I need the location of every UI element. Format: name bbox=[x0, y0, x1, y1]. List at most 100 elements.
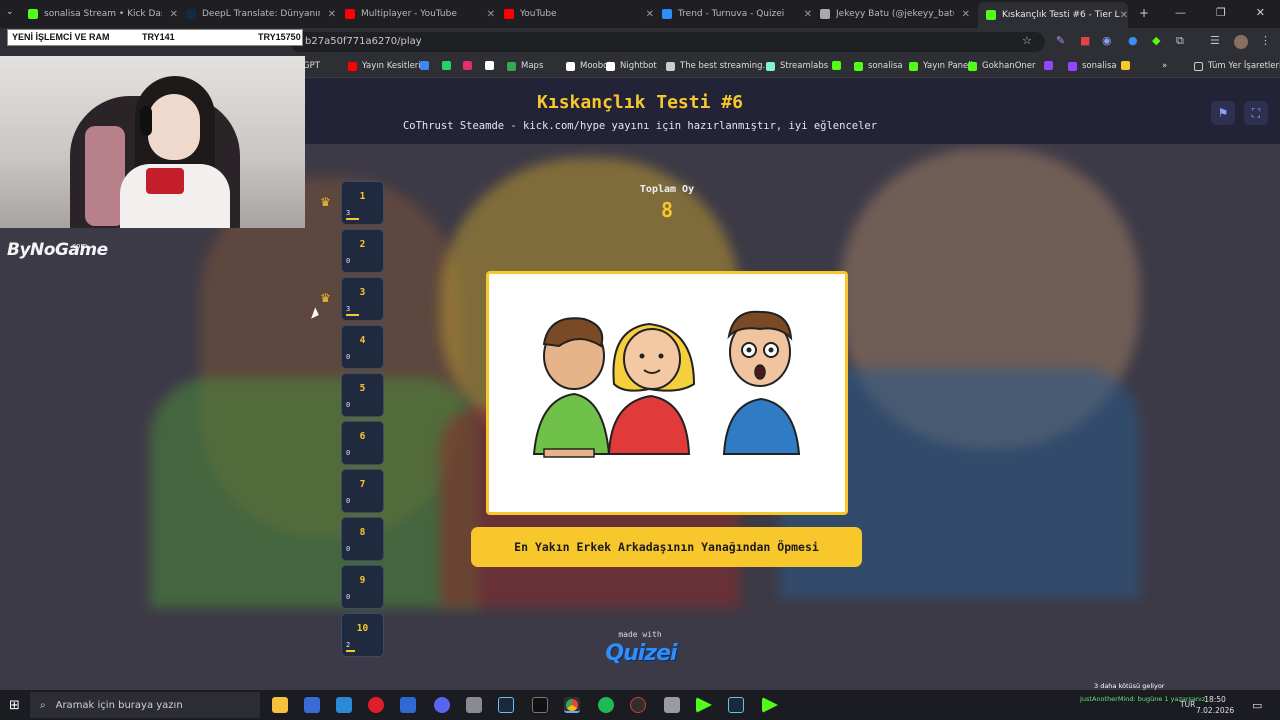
fullscreen-button[interactable]: ⛶ bbox=[1244, 101, 1268, 125]
app-icon-light[interactable] bbox=[664, 697, 680, 713]
bookmark-item[interactable]: Streamlabs bbox=[766, 61, 828, 71]
bookmark-item[interactable] bbox=[463, 61, 477, 70]
browser-tab[interactable]: DeepL Translate: Dünyanın en ✕ bbox=[186, 4, 336, 24]
bookmark-item[interactable]: Moobot bbox=[566, 61, 612, 71]
candidate-slot[interactable]: 40 bbox=[341, 325, 384, 369]
girl-figure bbox=[607, 322, 696, 455]
browser-tab[interactable]: Trend - Turnuva - Quizei ✕ bbox=[662, 4, 812, 24]
profile-avatar[interactable] bbox=[1234, 35, 1248, 49]
tab-close-icon[interactable]: ✕ bbox=[170, 9, 178, 20]
maximize-icon[interactable]: ❐ bbox=[1216, 6, 1226, 19]
shield-extension-icon[interactable]: ◆ bbox=[1152, 34, 1160, 47]
promo-ticker: YENİ İŞLEMCİ VE RAM TRY141 TRY15750 bbox=[7, 29, 303, 46]
bookmark-item[interactable] bbox=[1044, 61, 1058, 70]
system-clock[interactable]: 18:50 7.02.2026 bbox=[1196, 694, 1234, 716]
vpn-extension-icon[interactable]: ● bbox=[1128, 34, 1138, 47]
scenario-image-card bbox=[486, 271, 848, 515]
browser-tab[interactable]: Kıskançlık Testi #6 - Tier List, Ka✕ bbox=[978, 2, 1128, 28]
new-tab-icon[interactable]: + bbox=[1139, 6, 1149, 20]
browser-tab[interactable]: sonalisa Stream • Kick Dashboa ✕ bbox=[28, 4, 178, 24]
candidate-vote-bar bbox=[346, 218, 359, 220]
bookmarks-overflow-icon[interactable]: » bbox=[1162, 61, 1167, 71]
minimize-icon[interactable]: — bbox=[1175, 6, 1186, 19]
bookmark-item[interactable] bbox=[1121, 61, 1135, 70]
tab-favicon-icon bbox=[504, 9, 514, 19]
bookmark-item[interactable]: GPT bbox=[303, 61, 320, 71]
candidate-number: 2 bbox=[359, 239, 366, 250]
quizei-logo[interactable]: Quizei bbox=[596, 641, 686, 666]
audio-extension-icon[interactable]: ◉ bbox=[1102, 34, 1112, 47]
bookmark-item[interactable]: GokhanOner bbox=[968, 61, 1036, 71]
tab-close-icon[interactable]: ✕ bbox=[1120, 10, 1128, 21]
playlist-icon[interactable]: ☰ bbox=[1210, 34, 1220, 47]
menu-kebab-icon[interactable]: ⋮ bbox=[1260, 34, 1271, 47]
candidate-number: 5 bbox=[359, 383, 366, 394]
opera-icon[interactable] bbox=[368, 697, 384, 713]
bookmark-favicon-icon bbox=[442, 61, 451, 70]
bookmark-favicon-icon bbox=[507, 61, 516, 71]
extensions-icon[interactable]: ⧉ bbox=[1176, 34, 1184, 48]
url-text[interactable]: b27a50f771a6270/play bbox=[305, 36, 422, 47]
bookmark-item[interactable] bbox=[442, 61, 456, 70]
bookmark-item[interactable]: Maps bbox=[507, 61, 543, 71]
bookmark-label: Yayın Paneli bbox=[923, 61, 974, 71]
bookmark-item[interactable] bbox=[832, 61, 846, 70]
bookmark-item[interactable]: Yayın Paneli bbox=[909, 61, 973, 71]
streamer-face bbox=[148, 94, 200, 160]
bookmark-item[interactable] bbox=[420, 61, 434, 70]
bookmark-label: sonalisa bbox=[868, 61, 903, 71]
tab-close-icon[interactable]: ✕ bbox=[487, 9, 495, 20]
candidate-slot[interactable]: 60 bbox=[341, 421, 384, 465]
browser-tab[interactable]: YouTube ✕ bbox=[504, 4, 654, 24]
candidate-number: 3 bbox=[359, 287, 366, 298]
bookmark-star-icon[interactable]: ☆ bbox=[1022, 34, 1032, 47]
tab-search-chevron-icon[interactable]: ⌄ bbox=[6, 7, 14, 17]
folder-icon bbox=[1194, 61, 1203, 71]
browser-tab[interactable]: Multiplayer - YouTube ✕ bbox=[345, 4, 495, 24]
app-icon-gray[interactable] bbox=[466, 697, 482, 713]
candidate-vote-count: 0 bbox=[346, 545, 351, 553]
mail-icon[interactable] bbox=[336, 697, 352, 713]
candidate-slot[interactable]: 50 bbox=[341, 373, 384, 417]
candidate-slot[interactable]: 13 bbox=[341, 181, 384, 225]
bookmark-item[interactable]: The best streaming... bbox=[666, 61, 771, 71]
steam-icon-2[interactable] bbox=[728, 697, 744, 713]
bookmark-favicon-icon bbox=[463, 61, 472, 70]
close-window-icon[interactable]: ✕ bbox=[1256, 6, 1265, 19]
discord-icon[interactable] bbox=[434, 697, 450, 713]
candidate-slot[interactable]: 70 bbox=[341, 469, 384, 513]
candidate-slot[interactable]: 90 bbox=[341, 565, 384, 609]
report-flag-button[interactable]: ⚑ bbox=[1211, 101, 1235, 125]
answer-button[interactable]: En Yakın Erkek Arkadaşının Yanağından Öp… bbox=[471, 527, 862, 567]
bookmark-item[interactable]: sonalisa bbox=[854, 61, 903, 71]
file-explorer-icon[interactable] bbox=[272, 697, 288, 713]
spotify-icon[interactable] bbox=[598, 697, 614, 713]
notification-center-icon[interactable]: ▭ bbox=[1252, 699, 1262, 712]
steam-icon[interactable] bbox=[498, 697, 514, 713]
bookmark-item[interactable]: sonalisa bbox=[1068, 61, 1117, 71]
taskbar-search-box[interactable]: ⌕ Aramak için buraya yazın bbox=[30, 692, 260, 718]
epic-games-icon[interactable] bbox=[532, 697, 548, 713]
windows-start-icon[interactable]: ⊞ bbox=[9, 698, 20, 713]
language-indicator[interactable]: TUR bbox=[1180, 700, 1195, 709]
all-bookmarks-link[interactable]: Tüm Yer İşaretleri bbox=[1194, 61, 1280, 71]
pen-extension-icon[interactable]: ✎ bbox=[1056, 34, 1065, 47]
bookmark-item[interactable]: Yayın Kesitleri bbox=[348, 61, 421, 71]
candidate-slot[interactable]: 33 bbox=[341, 277, 384, 321]
tab-close-icon[interactable]: ✕ bbox=[328, 9, 336, 20]
candidate-slot[interactable]: 10 2 bbox=[341, 613, 384, 657]
tab-close-icon[interactable]: ✕ bbox=[804, 9, 812, 20]
tab-close-icon[interactable]: ✕ bbox=[646, 9, 654, 20]
obs-icon[interactable] bbox=[630, 697, 646, 713]
bynogame-watermark: ByNoGame bbox=[7, 240, 108, 260]
app-icon-blue[interactable] bbox=[400, 697, 416, 713]
bookmark-item[interactable]: Nightbot bbox=[606, 61, 657, 71]
store-icon[interactable] bbox=[304, 697, 320, 713]
browser-tab[interactable]: Jekeyy Batu (@jekeyy_batu) - ✕ bbox=[820, 4, 970, 24]
bookmark-item[interactable] bbox=[485, 61, 499, 70]
chrome-icon[interactable] bbox=[564, 697, 580, 713]
candidate-slot[interactable]: 20 bbox=[341, 229, 384, 273]
tab-close-icon[interactable]: ✕ bbox=[962, 9, 970, 20]
record-extension-icon[interactable]: ■ bbox=[1080, 34, 1090, 47]
candidate-slot[interactable]: 80 bbox=[341, 517, 384, 561]
